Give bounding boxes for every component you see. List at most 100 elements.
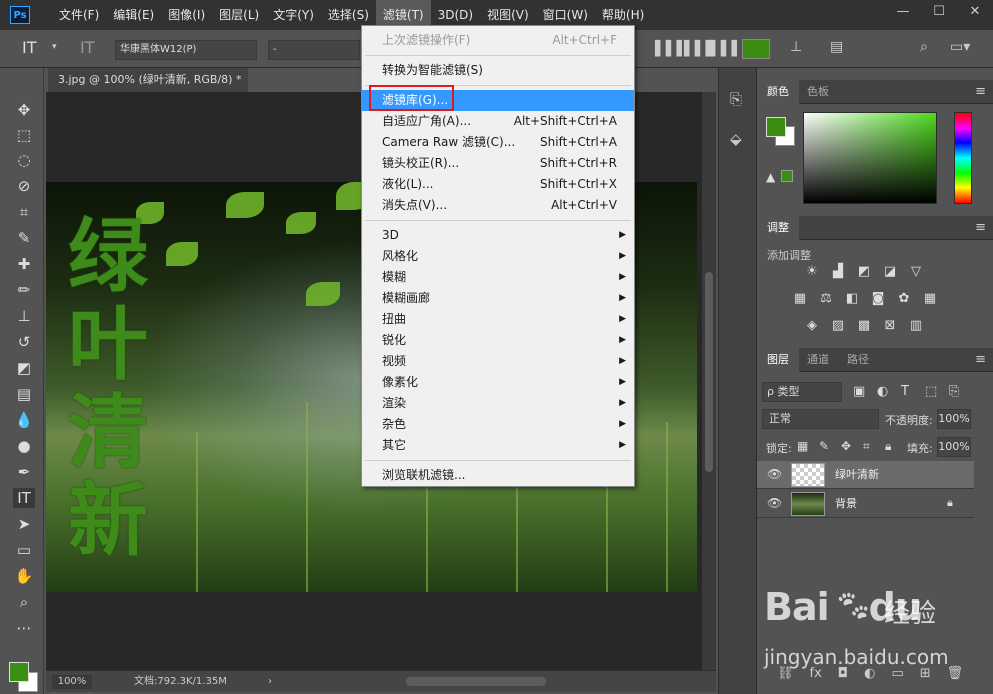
tab-layers[interactable]: 图层 bbox=[757, 348, 799, 372]
tab-paths[interactable]: 路径 bbox=[837, 348, 879, 372]
more-tools-icon[interactable]: ⋯ bbox=[13, 618, 35, 638]
lock-move-icon[interactable]: ✥ bbox=[841, 439, 851, 453]
chevron-down-icon[interactable]: ▾ bbox=[52, 42, 57, 52]
filter-shape-icon[interactable]: ⬚ bbox=[925, 384, 937, 399]
lock-brush-icon[interactable]: ✎ bbox=[819, 439, 829, 453]
document-tab[interactable]: 3.jpg @ 100% (绿叶清新, RGB/8) * bbox=[48, 68, 248, 92]
properties-panel-icon[interactable]: ⬙ bbox=[730, 130, 742, 148]
history-brush-tool-icon[interactable]: ↺ bbox=[13, 332, 35, 352]
menu-item[interactable]: 编辑(E) bbox=[106, 0, 161, 30]
gradient-map-icon[interactable]: ▥ bbox=[907, 318, 925, 334]
chevron-right-icon[interactable]: › bbox=[268, 671, 272, 693]
minimize-icon[interactable]: — bbox=[885, 0, 921, 24]
blur-tool-icon[interactable]: 💧 bbox=[13, 410, 35, 430]
color-picker-field[interactable] bbox=[803, 112, 937, 204]
warp-text-icon[interactable]: ⊥ bbox=[790, 39, 802, 55]
filter-menu-item[interactable]: 风格化 ▶ bbox=[362, 246, 634, 267]
filter-menu-item[interactable]: 其它 ▶ bbox=[362, 435, 634, 456]
lasso-tool-icon[interactable]: ◌ bbox=[13, 150, 35, 170]
align-left-icon[interactable]: ▌▌▌ bbox=[655, 41, 687, 57]
tab-swatches[interactable]: 色板 bbox=[797, 80, 839, 104]
levels-icon[interactable]: ▟ bbox=[829, 264, 847, 280]
menu-item[interactable]: 图层(L) bbox=[212, 0, 266, 30]
tab-color[interactable]: 颜色 bbox=[757, 80, 799, 104]
workspace-icon[interactable]: ▭▾ bbox=[950, 39, 970, 55]
opacity-input[interactable]: 100% bbox=[937, 409, 971, 429]
foreground-color-swatch[interactable] bbox=[9, 662, 29, 682]
gamut-warning-icon[interactable]: ▲ bbox=[766, 170, 775, 184]
filter-menu-item[interactable]: 上次滤镜操作(F) Alt+Ctrl+F bbox=[362, 30, 634, 51]
canvas-text-layer[interactable]: 绿叶清新 bbox=[68, 212, 158, 564]
filter-pixel-icon[interactable]: ▣ bbox=[853, 384, 865, 399]
tab-channels[interactable]: 通道 bbox=[797, 348, 839, 372]
panel-menu-icon[interactable]: ≡ bbox=[975, 84, 986, 99]
zoom-tool-icon[interactable]: ⌕ bbox=[13, 592, 35, 612]
rectangle-tool-icon[interactable]: ▭ bbox=[13, 540, 35, 560]
filter-menu-item[interactable]: 自适应广角(A)... Alt+Shift+Ctrl+A bbox=[362, 111, 634, 132]
color-lookup-icon[interactable]: ▦ bbox=[921, 291, 939, 307]
horizontal-scrollbar-thumb[interactable] bbox=[406, 677, 546, 686]
menu-item[interactable]: 文件(F) bbox=[52, 0, 106, 30]
text-color-swatch[interactable] bbox=[742, 39, 770, 59]
filter-menu-item[interactable]: 渲染 ▶ bbox=[362, 393, 634, 414]
filter-type-icon[interactable]: T bbox=[901, 384, 909, 399]
quick-select-tool-icon[interactable]: ⊘ bbox=[13, 176, 35, 196]
filter-adjustment-icon[interactable]: ◐ bbox=[877, 384, 888, 399]
filter-menu-item[interactable]: 3D ▶ bbox=[362, 225, 634, 246]
photo-filter-icon[interactable]: ◙ bbox=[869, 291, 887, 307]
threshold-icon[interactable]: ▩ bbox=[855, 318, 873, 334]
tab-adjustments[interactable]: 调整 bbox=[757, 216, 799, 240]
black-white-icon[interactable]: ◧ bbox=[843, 291, 861, 307]
align-right-icon[interactable]: ▌▌▌ bbox=[710, 41, 742, 57]
path-select-tool-icon[interactable]: ➤ bbox=[13, 514, 35, 534]
layer-name[interactable]: 背景 bbox=[835, 490, 857, 518]
menu-item[interactable]: 文字(Y) bbox=[266, 0, 321, 30]
color-balance-icon[interactable]: ⚖ bbox=[817, 291, 835, 307]
color-panel-foreground[interactable] bbox=[766, 117, 786, 137]
exposure-icon[interactable]: ◪ bbox=[881, 264, 899, 280]
panel-menu-icon[interactable]: ≡ bbox=[975, 220, 986, 235]
filter-menu-item[interactable]: 锐化 ▶ bbox=[362, 330, 634, 351]
filter-menu-item[interactable]: 模糊画廊 ▶ bbox=[362, 288, 634, 309]
layer-row[interactable]: 👁︎ 绿叶清新 bbox=[757, 461, 974, 489]
vibrance-icon[interactable]: ▽ bbox=[907, 264, 925, 280]
curves-icon[interactable]: ◩ bbox=[855, 264, 873, 280]
dodge-tool-icon[interactable]: ● bbox=[13, 436, 35, 456]
clone-stamp-tool-icon[interactable]: ⊥ bbox=[13, 306, 35, 326]
search-icon[interactable]: ⌕ bbox=[920, 39, 928, 55]
pen-tool-icon[interactable]: ✒ bbox=[13, 462, 35, 482]
filter-menu-item[interactable]: 浏览联机滤镜... bbox=[362, 465, 634, 486]
font-style-select[interactable]: - bbox=[268, 40, 360, 60]
filter-menu-item[interactable]: 液化(L)... Shift+Ctrl+X bbox=[362, 174, 634, 195]
filter-menu-item[interactable]: 模糊 ▶ bbox=[362, 267, 634, 288]
invert-icon[interactable]: ◈ bbox=[803, 318, 821, 334]
close-icon[interactable]: ✕ bbox=[957, 0, 993, 24]
history-panel-icon[interactable]: ⎘ bbox=[730, 90, 742, 108]
filter-menu-item[interactable]: 转换为智能滤镜(S) bbox=[362, 60, 634, 81]
type-tool-icon[interactable]: IT bbox=[13, 488, 35, 508]
brush-tool-icon[interactable]: ✏ bbox=[13, 280, 35, 300]
character-panel-icon[interactable]: ▤ bbox=[830, 39, 843, 55]
brightness-icon[interactable]: ☀ bbox=[803, 264, 821, 280]
filter-menu-item[interactable]: 杂色 ▶ bbox=[362, 414, 634, 435]
lock-all-icon[interactable]: 🔒︎ bbox=[885, 439, 891, 454]
eyedropper-tool-icon[interactable]: ✎ bbox=[13, 228, 35, 248]
eye-icon[interactable]: 👁︎ bbox=[767, 467, 782, 481]
selective-color-icon[interactable]: ⊠ bbox=[881, 318, 899, 334]
filter-menu-item[interactable]: 消失点(V)... Alt+Ctrl+V bbox=[362, 195, 634, 216]
zoom-field[interactable]: 100% bbox=[52, 675, 92, 689]
healing-brush-tool-icon[interactable]: ✚ bbox=[13, 254, 35, 274]
layer-name[interactable]: 绿叶清新 bbox=[835, 461, 879, 489]
layer-row[interactable]: 👁︎ 背景 🔒︎ bbox=[757, 490, 974, 518]
gamut-swatch[interactable] bbox=[781, 170, 793, 182]
gradient-tool-icon[interactable]: ▤ bbox=[13, 384, 35, 404]
filter-smart-icon[interactable]: ⎘ bbox=[949, 384, 959, 399]
maximize-icon[interactable]: ☐ bbox=[921, 0, 957, 24]
filter-menu-item[interactable]: Camera Raw 滤镜(C)... Shift+Ctrl+A bbox=[362, 132, 634, 153]
scrollbar-thumb[interactable] bbox=[705, 272, 713, 472]
marquee-tool-icon[interactable]: ⬚ bbox=[13, 125, 35, 145]
hue-slider[interactable] bbox=[954, 112, 972, 204]
lock-transparent-icon[interactable]: ▦ bbox=[797, 439, 808, 453]
font-family-select[interactable]: 华康黑体W12(P) bbox=[115, 40, 257, 60]
hue-saturation-icon[interactable]: ▦ bbox=[791, 291, 809, 307]
